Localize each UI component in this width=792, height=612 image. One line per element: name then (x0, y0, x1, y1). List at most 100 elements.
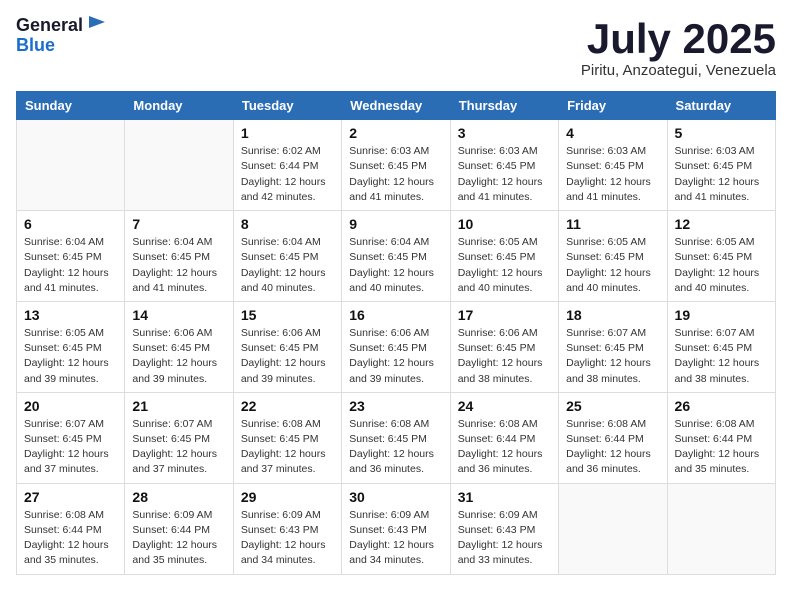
calendar-cell (559, 483, 667, 574)
calendar-cell: 30Sunrise: 6:09 AMSunset: 6:43 PMDayligh… (342, 483, 450, 574)
calendar-cell: 6 Sunrise: 6:04 AMSunset: 6:45 PMDaylight… (17, 211, 125, 302)
day-number: 3 (458, 125, 551, 141)
calendar-cell: 2 Sunrise: 6:03 AMSunset: 6:45 PMDaylight… (342, 120, 450, 211)
weekday-header: Thursday (450, 92, 558, 120)
logo-flag-icon (85, 14, 107, 34)
calendar-cell: 25 Sunrise: 6:08 AMSunset: 6:44 PMDayligh… (559, 392, 667, 483)
calendar-cell: 13 Sunrise: 6:05 AMSunset: 6:45 PMDayligh… (17, 301, 125, 392)
calendar-cell: 1Sunrise: 6:02 AMSunset: 6:44 PMDaylight… (233, 120, 341, 211)
cell-info: Sunrise: 6:06 AMSunset: 6:45 PMDaylight:… (132, 326, 225, 387)
weekday-header: Sunday (17, 92, 125, 120)
day-number: 27 (24, 489, 117, 505)
weekday-header: Monday (125, 92, 233, 120)
cell-info: Sunrise: 6:08 AMSunset: 6:44 PMDaylight:… (458, 417, 551, 478)
calendar-cell: 8 Sunrise: 6:04 AMSunset: 6:45 PMDaylight… (233, 211, 341, 302)
weekday-header: Friday (559, 92, 667, 120)
cell-info: Sunrise: 6:03 AMSunset: 6:45 PMDaylight:… (566, 144, 659, 205)
calendar-cell: 7Sunrise: 6:04 AMSunset: 6:45 PMDaylight… (125, 211, 233, 302)
day-number: 17 (458, 307, 551, 323)
calendar-cell: 9Sunrise: 6:04 AMSunset: 6:45 PMDaylight… (342, 211, 450, 302)
day-number: 2 (349, 125, 442, 141)
day-number: 1 (241, 125, 334, 141)
cell-info: Sunrise: 6:04 AMSunset: 6:45 PMDaylight:… (241, 235, 334, 296)
calendar-cell: 22Sunrise: 6:08 AMSunset: 6:45 PMDayligh… (233, 392, 341, 483)
calendar-cell: 3 Sunrise: 6:03 AMSunset: 6:45 PMDaylight… (450, 120, 558, 211)
cell-info: Sunrise: 6:03 AMSunset: 6:45 PMDaylight:… (675, 144, 768, 205)
logo: General Blue (16, 16, 107, 56)
cell-info: Sunrise: 6:07 AMSunset: 6:45 PMDaylight:… (132, 417, 225, 478)
cell-info: Sunrise: 6:07 AMSunset: 6:45 PMDaylight:… (675, 326, 768, 387)
cell-info: Sunrise: 6:06 AMSunset: 6:45 PMDaylight:… (458, 326, 551, 387)
logo-general: General (16, 16, 83, 36)
cell-info: Sunrise: 6:09 AMSunset: 6:43 PMDaylight:… (349, 508, 442, 569)
day-number: 19 (675, 307, 768, 323)
calendar-cell: 11 Sunrise: 6:05 AMSunset: 6:45 PMDayligh… (559, 211, 667, 302)
day-number: 16 (349, 307, 442, 323)
calendar-cell: 15 Sunrise: 6:06 AMSunset: 6:45 PMDayligh… (233, 301, 341, 392)
day-number: 29 (241, 489, 334, 505)
day-number: 6 (24, 216, 117, 232)
logo-blue: Blue (16, 36, 107, 56)
day-number: 11 (566, 216, 659, 232)
day-number: 28 (132, 489, 225, 505)
location-text: Piritu, Anzoategui, Venezuela (581, 62, 776, 79)
month-title: July 2025 (581, 16, 776, 62)
cell-info: Sunrise: 6:03 AMSunset: 6:45 PMDaylight:… (349, 144, 442, 205)
cell-info: Sunrise: 6:05 AMSunset: 6:45 PMDaylight:… (24, 326, 117, 387)
cell-info: Sunrise: 6:08 AMSunset: 6:44 PMDaylight:… (24, 508, 117, 569)
calendar-cell: 27 Sunrise: 6:08 AMSunset: 6:44 PMDayligh… (17, 483, 125, 574)
day-number: 4 (566, 125, 659, 141)
calendar-cell: 17 Sunrise: 6:06 AMSunset: 6:45 PMDayligh… (450, 301, 558, 392)
page-header: General Blue July 2025 Piritu, Anzoategu… (16, 16, 776, 79)
calendar-cell (667, 483, 775, 574)
calendar-cell: 20Sunrise: 6:07 AMSunset: 6:45 PMDayligh… (17, 392, 125, 483)
calendar-cell: 28 Sunrise: 6:09 AMSunset: 6:44 PMDayligh… (125, 483, 233, 574)
weekday-header: Wednesday (342, 92, 450, 120)
calendar-week-row: 27 Sunrise: 6:08 AMSunset: 6:44 PMDayligh… (17, 483, 776, 574)
calendar-week-row: 6 Sunrise: 6:04 AMSunset: 6:45 PMDaylight… (17, 211, 776, 302)
weekday-header: Tuesday (233, 92, 341, 120)
cell-info: Sunrise: 6:07 AMSunset: 6:45 PMDaylight:… (566, 326, 659, 387)
calendar-cell: 4 Sunrise: 6:03 AMSunset: 6:45 PMDaylight… (559, 120, 667, 211)
calendar-cell: 31 Sunrise: 6:09 AMSunset: 6:43 PMDayligh… (450, 483, 558, 574)
calendar-cell: 12Sunrise: 6:05 AMSunset: 6:45 PMDayligh… (667, 211, 775, 302)
day-number: 24 (458, 398, 551, 414)
weekday-header: Saturday (667, 92, 775, 120)
calendar-cell (125, 120, 233, 211)
calendar-cell: 19 Sunrise: 6:07 AMSunset: 6:45 PMDayligh… (667, 301, 775, 392)
title-block: July 2025 Piritu, Anzoategui, Venezuela (581, 16, 776, 79)
day-number: 14 (132, 307, 225, 323)
day-number: 10 (458, 216, 551, 232)
cell-info: Sunrise: 6:04 AMSunset: 6:45 PMDaylight:… (132, 235, 225, 296)
cell-info: Sunrise: 6:04 AMSunset: 6:45 PMDaylight:… (24, 235, 117, 296)
day-number: 18 (566, 307, 659, 323)
calendar-cell: 14 Sunrise: 6:06 AMSunset: 6:45 PMDayligh… (125, 301, 233, 392)
cell-info: Sunrise: 6:05 AMSunset: 6:45 PMDaylight:… (566, 235, 659, 296)
calendar-cell: 29 Sunrise: 6:09 AMSunset: 6:43 PMDayligh… (233, 483, 341, 574)
cell-info: Sunrise: 6:09 AMSunset: 6:43 PMDaylight:… (241, 508, 334, 569)
cell-info: Sunrise: 6:08 AMSunset: 6:44 PMDaylight:… (566, 417, 659, 478)
day-number: 25 (566, 398, 659, 414)
calendar-week-row: 13 Sunrise: 6:05 AMSunset: 6:45 PMDayligh… (17, 301, 776, 392)
day-number: 13 (24, 307, 117, 323)
weekday-header-row: SundayMondayTuesdayWednesdayThursdayFrid… (17, 92, 776, 120)
calendar-cell: 5Sunrise: 6:03 AMSunset: 6:45 PMDaylight… (667, 120, 775, 211)
day-number: 15 (241, 307, 334, 323)
cell-info: Sunrise: 6:06 AMSunset: 6:45 PMDaylight:… (349, 326, 442, 387)
calendar-cell: 18 Sunrise: 6:07 AMSunset: 6:45 PMDayligh… (559, 301, 667, 392)
cell-info: Sunrise: 6:06 AMSunset: 6:45 PMDaylight:… (241, 326, 334, 387)
day-number: 22 (241, 398, 334, 414)
day-number: 21 (132, 398, 225, 414)
day-number: 31 (458, 489, 551, 505)
cell-info: Sunrise: 6:09 AMSunset: 6:44 PMDaylight:… (132, 508, 225, 569)
calendar-week-row: 20Sunrise: 6:07 AMSunset: 6:45 PMDayligh… (17, 392, 776, 483)
calendar-cell: 10 Sunrise: 6:05 AMSunset: 6:45 PMDayligh… (450, 211, 558, 302)
calendar-cell: 26Sunrise: 6:08 AMSunset: 6:44 PMDayligh… (667, 392, 775, 483)
cell-info: Sunrise: 6:03 AMSunset: 6:45 PMDaylight:… (458, 144, 551, 205)
cell-info: Sunrise: 6:09 AMSunset: 6:43 PMDaylight:… (458, 508, 551, 569)
day-number: 8 (241, 216, 334, 232)
calendar-cell: 16 Sunrise: 6:06 AMSunset: 6:45 PMDayligh… (342, 301, 450, 392)
cell-info: Sunrise: 6:08 AMSunset: 6:45 PMDaylight:… (349, 417, 442, 478)
cell-info: Sunrise: 6:04 AMSunset: 6:45 PMDaylight:… (349, 235, 442, 296)
cell-info: Sunrise: 6:05 AMSunset: 6:45 PMDaylight:… (458, 235, 551, 296)
